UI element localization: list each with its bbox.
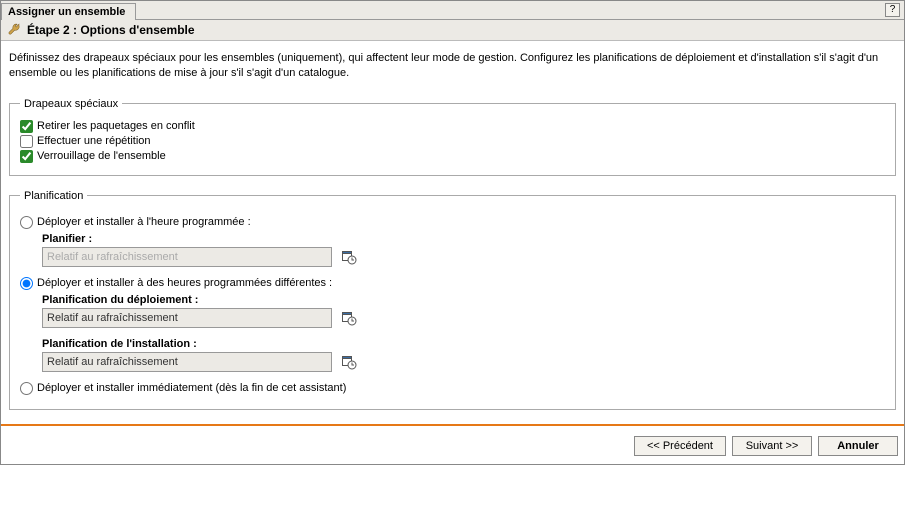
schedule-block-install: Planification de l'installation : [42, 338, 885, 372]
description-text: Définissez des drapeaux spéciaux pour le… [9, 51, 896, 82]
schedule-field-label: Planification du déploiement : [42, 294, 885, 306]
schedule-input-row [42, 352, 885, 372]
flag-label: Retirer les paquetages en conflit [37, 120, 195, 132]
flag-checkbox-lock[interactable] [20, 150, 33, 163]
schedule-input-planifier[interactable] [42, 247, 332, 267]
schedule-input-install[interactable] [42, 352, 332, 372]
schedule-field-label: Planifier : [42, 233, 885, 245]
flag-row-remove-conflicting: Retirer les paquetages en conflit [20, 120, 885, 133]
calendar-button[interactable] [340, 353, 358, 371]
schedule-radio-same-time[interactable] [20, 216, 33, 229]
button-row: << Précédent Suivant >> Annuler [1, 436, 904, 464]
schedule-option-same-time: Déployer et installer à l'heure programm… [20, 216, 885, 229]
schedule-legend: Planification [20, 190, 87, 202]
cancel-button[interactable]: Annuler [818, 436, 898, 456]
schedule-option-label: Déployer et installer à l'heure programm… [37, 216, 251, 228]
wizard-window: Assigner un ensemble ? Étape 2 : Options… [0, 0, 905, 465]
footer-divider [1, 424, 904, 426]
schedule-block-deploy: Planification du déploiement : [42, 294, 885, 328]
schedule-radio-different-times[interactable] [20, 277, 33, 290]
schedule-fieldset: Planification Déployer et installer à l'… [9, 190, 896, 410]
tab-title-text: Assigner un ensemble [8, 6, 125, 18]
schedule-block-planifier: Planifier : [42, 233, 885, 267]
title-bar: Assigner un ensemble ? [1, 1, 904, 20]
flag-checkbox-repeat[interactable] [20, 135, 33, 148]
schedule-option-label: Déployer et installer immédiatement (dès… [37, 382, 346, 394]
calendar-button[interactable] [340, 309, 358, 327]
schedule-input-deploy[interactable] [42, 308, 332, 328]
wrench-icon [7, 23, 21, 37]
schedule-radio-immediate[interactable] [20, 382, 33, 395]
flag-row-repeat: Effectuer une répétition [20, 135, 885, 148]
schedule-option-label: Déployer et installer à des heures progr… [37, 277, 332, 289]
flag-checkbox-remove-conflicting[interactable] [20, 120, 33, 133]
flags-legend: Drapeaux spéciaux [20, 98, 122, 110]
calendar-clock-icon [341, 249, 357, 265]
step-title: Étape 2 : Options d'ensemble [27, 23, 195, 37]
schedule-option-immediate: Déployer et installer immédiatement (dès… [20, 382, 885, 395]
prev-button[interactable]: << Précédent [634, 436, 726, 456]
flags-fieldset: Drapeaux spéciaux Retirer les paquetages… [9, 98, 896, 176]
help-button[interactable]: ? [885, 3, 900, 17]
schedule-input-row [42, 247, 885, 267]
window-tab: Assigner un ensemble [1, 3, 136, 20]
calendar-button[interactable] [340, 248, 358, 266]
schedule-option-different-times: Déployer et installer à des heures progr… [20, 277, 885, 290]
next-button[interactable]: Suivant >> [732, 436, 812, 456]
calendar-clock-icon [341, 310, 357, 326]
calendar-clock-icon [341, 354, 357, 370]
step-bar: Étape 2 : Options d'ensemble [1, 20, 904, 41]
flag-row-lock: Verrouillage de l'ensemble [20, 150, 885, 163]
flag-label: Verrouillage de l'ensemble [37, 150, 166, 162]
content-area: Définissez des drapeaux spéciaux pour le… [1, 41, 904, 410]
help-icon: ? [890, 4, 896, 15]
flag-label: Effectuer une répétition [37, 135, 151, 147]
schedule-field-label: Planification de l'installation : [42, 338, 885, 350]
schedule-input-row [42, 308, 885, 328]
